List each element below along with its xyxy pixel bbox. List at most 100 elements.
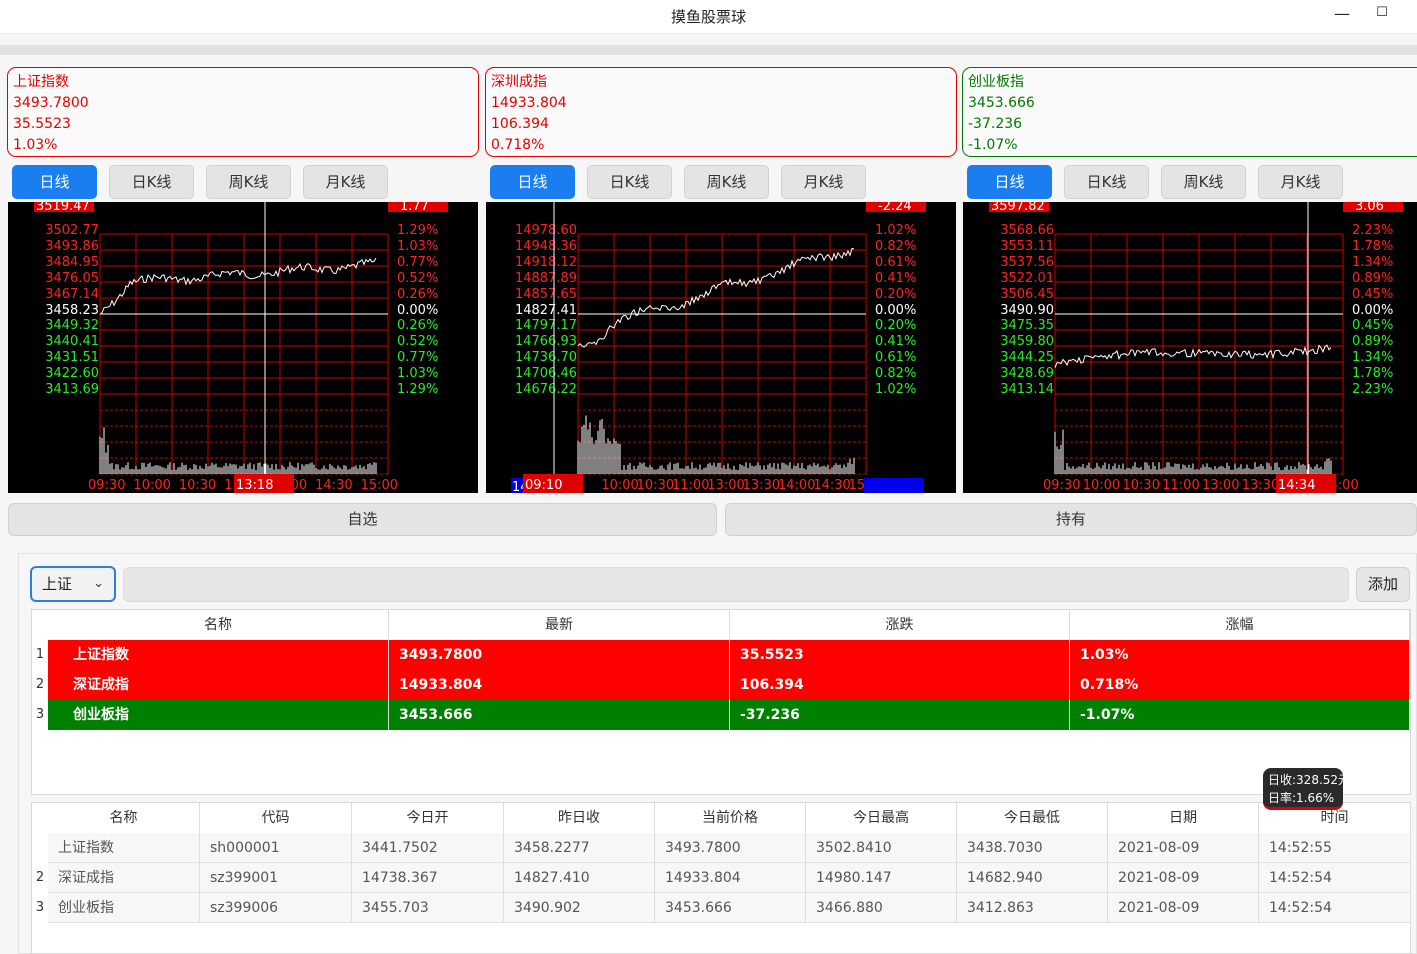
column-header[interactable]: 今日最低: [957, 803, 1108, 833]
table-cell: sh000001: [200, 833, 352, 863]
holdings-button[interactable]: 持有: [725, 503, 1417, 536]
table-cell: 14933.804: [389, 670, 730, 700]
row-number: 3: [35, 900, 45, 915]
index-change: 35.5523: [13, 116, 71, 132]
exchange-select-value: 上证: [42, 575, 73, 593]
table-cell: 3453.666: [389, 700, 730, 730]
column-header[interactable]: 最新: [389, 610, 730, 640]
table-cell: 35.5523: [730, 640, 1070, 670]
row-number: 2: [35, 870, 45, 885]
column-header[interactable]: 名称: [48, 803, 200, 833]
time-tick-label: 14:30: [315, 478, 352, 493]
stock-code-input[interactable]: [123, 567, 1349, 602]
table-cell: 创业板指: [48, 700, 389, 730]
pct-tick-label: 0.61%: [875, 255, 916, 270]
table-cell: 3441.7502: [352, 833, 504, 863]
tab-chart-0[interactable]: 日线: [490, 165, 575, 199]
index-name: 上证指数: [13, 74, 69, 90]
price-tick-label: 3431.51: [45, 350, 99, 365]
index-summary-box[interactable]: 创业板指 3453.666 -37.236 -1.07%: [962, 67, 1417, 157]
time-tick-label: 13:00: [1202, 478, 1239, 493]
row-number: 3: [35, 707, 45, 722]
tab-chart-1[interactable]: 日K线: [587, 165, 672, 199]
table-cell: 3455.703: [352, 893, 504, 923]
price-tick-label: 3553.11: [1000, 239, 1054, 254]
pct-tick-label: 0.89%: [1352, 334, 1393, 349]
pct-tick-label: 0.41%: [875, 271, 916, 286]
table-cell: 14738.367: [352, 863, 504, 893]
tab-chart-3[interactable]: 月K线: [781, 165, 866, 199]
cursor-price-label: 3597.82: [991, 202, 1045, 214]
tab-chart-2[interactable]: 周K线: [684, 165, 769, 199]
pct-tick-label: 0.26%: [397, 287, 438, 302]
table-cell: 深证成指: [48, 863, 200, 893]
table-cell: 3412.863: [957, 893, 1108, 923]
pct-tick-label: 0.52%: [397, 271, 438, 286]
pct-tick-label: 2.23%: [1352, 382, 1393, 397]
price-tick-label: 14766.93: [515, 334, 577, 349]
table-cell: sz399006: [200, 893, 352, 923]
watchlist-button[interactable]: 自选: [8, 503, 717, 536]
column-header[interactable]: 涨幅: [1070, 610, 1410, 640]
tab-chart-0[interactable]: 日线: [12, 165, 97, 199]
time-tick-label: 13:00: [707, 478, 744, 493]
tab-chart-3[interactable]: 月K线: [303, 165, 388, 199]
column-header[interactable]: 日期: [1108, 803, 1259, 833]
toolbar-strip: [0, 45, 1417, 55]
time-tick-label: 11:00: [1162, 478, 1199, 493]
table-cell: 14:52:54: [1259, 893, 1411, 923]
index-summary-box[interactable]: 深圳成指 14933.804 106.394 0.718%: [485, 67, 957, 157]
column-header[interactable]: 今日开: [352, 803, 504, 833]
price-tick-label: 14797.17: [515, 318, 577, 333]
pct-tick-label: 1.34%: [1352, 350, 1393, 365]
tab-chart-2[interactable]: 周K线: [206, 165, 291, 199]
tab-chart-0[interactable]: 日线: [967, 165, 1052, 199]
table-cell: 106.394: [730, 670, 1070, 700]
tab-chart-2[interactable]: 周K线: [1161, 165, 1246, 199]
tab-chart-1[interactable]: 日K线: [1064, 165, 1149, 199]
pct-tick-label: 0.20%: [875, 318, 916, 333]
pct-tick-label: 1.03%: [397, 366, 438, 381]
time-tick-label: 09:30: [88, 478, 125, 493]
price-tick-label: 3440.41: [45, 334, 99, 349]
index-summary-box[interactable]: 上证指数 3493.7800 35.5523 1.03%: [7, 67, 479, 157]
time-tick-label: 13:30: [743, 478, 780, 493]
time-tick-label: 10:30: [179, 478, 216, 493]
intraday-chart[interactable]: 14978.60 14948.36 14918.12 14887.89 14857.65…: [486, 202, 956, 493]
price-tick-label: 14978.60: [515, 223, 577, 238]
tab-chart-3[interactable]: 月K线: [1258, 165, 1343, 199]
maximize-button[interactable]: ☐: [1369, 5, 1395, 27]
cursor-pct-label: 1.77: [400, 202, 429, 214]
price-tooltip: 日收:328.52元 日率:1.66%: [1263, 768, 1343, 810]
column-header[interactable]: 今日最高: [806, 803, 957, 833]
column-header[interactable]: 昨日收: [504, 803, 655, 833]
tab-chart-1[interactable]: 日K线: [109, 165, 194, 199]
pct-tick-label: 0.61%: [875, 350, 916, 365]
price-tick-label: 3449.32: [45, 318, 99, 333]
minimize-button[interactable]: —: [1329, 4, 1355, 26]
table-cell: 0.718%: [1070, 670, 1410, 700]
table-cell: 14:52:55: [1259, 833, 1411, 863]
column-header[interactable]: 当前价格: [655, 803, 806, 833]
intraday-chart[interactable]: 3568.66 3553.11 3537.56 3522.01 3506.45 3490.…: [963, 202, 1417, 493]
price-tick-label: 3467.14: [45, 287, 99, 302]
pct-tick-label: 0.41%: [875, 334, 916, 349]
intraday-chart[interactable]: 3502.77 3493.86 3484.95 3476.05 3467.14 3458.…: [8, 202, 478, 493]
index-name: 深圳成指: [491, 74, 547, 90]
pct-tick-label: 1.29%: [397, 223, 438, 238]
pct-tick-label: 0.45%: [1352, 287, 1393, 302]
column-header[interactable]: 涨跌: [730, 610, 1070, 640]
table-cell: 3502.8410: [806, 833, 957, 863]
index-table: 名称 最新 涨跌 涨幅 1 上证指数 3493.7800 35.5523 1.03% 2 深证成指 1…: [31, 609, 1411, 795]
pct-tick-label: 0.77%: [397, 350, 438, 365]
pct-tick-label: 0.82%: [875, 366, 916, 381]
price-tick-label: 3459.80: [1000, 334, 1054, 349]
add-button[interactable]: 添加: [1356, 567, 1410, 602]
time-tick-label: 14:30: [813, 478, 850, 493]
column-header[interactable]: 代码: [200, 803, 352, 833]
column-header[interactable]: 名称: [48, 610, 389, 640]
tooltip-line-2: 日率:1.66%: [1268, 791, 1335, 805]
time-tick-label: 10:30: [637, 478, 674, 493]
pct-tick-label: 1.78%: [1352, 239, 1393, 254]
exchange-select[interactable]: 上证 ⌄: [30, 566, 116, 602]
